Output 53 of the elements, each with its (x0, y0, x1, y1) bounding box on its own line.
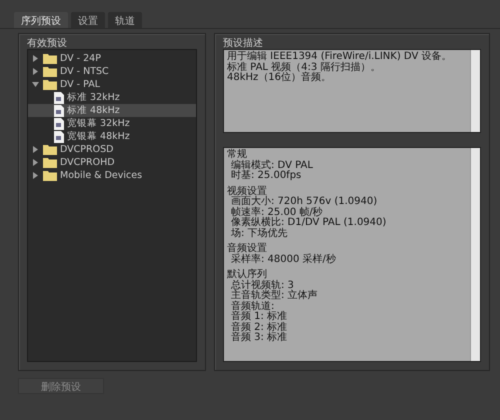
description-line: 48kHz（16位）音频。 (227, 73, 332, 84)
document-icon (54, 104, 64, 116)
detail-line: 总计视频轨: 3 (230, 280, 294, 290)
detail-line: 音频轨道: (230, 302, 274, 312)
detail-line: 编辑模式: DV PAL (230, 160, 314, 170)
section-heading: 视频设置 (227, 186, 267, 196)
expand-arrow-icon[interactable] (31, 171, 40, 180)
tab[interactable]: 序列预设 (14, 12, 68, 28)
tree-item[interactable]: DV - 24P (28, 52, 196, 65)
tab[interactable]: 轨道 (108, 12, 142, 28)
detail-line: 场: 下场优先 (230, 228, 289, 239)
section-heading: 默认序列 (227, 270, 267, 280)
section-heading: 常规 (227, 150, 248, 160)
expand-arrow-icon[interactable] (31, 67, 40, 76)
collapse-arrow-icon[interactable] (31, 80, 40, 89)
detail-line: 画面大小: 720h 576v (1.0940) (230, 197, 378, 207)
detail-line: 时基: 25.00fps (230, 171, 302, 182)
expand-arrow-icon[interactable] (31, 54, 40, 63)
panel-title: 有效预设 (27, 37, 68, 49)
expand-arrow-icon[interactable] (31, 158, 40, 167)
document-icon (54, 130, 64, 142)
folder-icon (43, 144, 57, 155)
scrollbar[interactable] (470, 148, 480, 361)
section-heading: 音频设置 (227, 244, 268, 254)
detail-line: 帧速率: 25.00 帧/秒 (230, 208, 324, 218)
folder-icon (43, 157, 57, 168)
folder-icon (43, 79, 57, 90)
folder-icon (43, 53, 57, 64)
detail-line: 像素纵横比: D1/DV PAL (1.0940) (230, 218, 388, 228)
detail-line: 采样率: 48000 采样/秒 (230, 254, 337, 265)
tree-item[interactable]: Mobile & Devices (28, 169, 196, 182)
tree-item[interactable]: 标准 32kHz (28, 91, 196, 104)
tree-item[interactable]: 宽银幕 32kHz (28, 117, 196, 130)
detail-line: 主音轨类型: 立体声 (230, 291, 319, 301)
tree-item[interactable]: DVCPROHD (28, 156, 196, 169)
tree-item[interactable]: 标准 48kHz (28, 104, 196, 117)
document-icon (54, 118, 64, 130)
folder-icon (43, 170, 57, 181)
document-icon (54, 92, 64, 104)
description-line: 标准 PAL 视频（4:3 隔行扫描）。 (227, 62, 382, 72)
tree-item[interactable]: 宽银幕 48kHz (28, 130, 196, 143)
detail-line: 音频 3: 标准 (230, 333, 288, 344)
detail-line: 音频 2: 标准 (230, 322, 288, 332)
expand-arrow-icon[interactable] (31, 145, 40, 154)
folder-icon (43, 66, 57, 77)
tree-item[interactable]: DVCPROSD (28, 143, 196, 156)
detail-line: 音频 1: 标准 (230, 312, 288, 322)
tree-item[interactable]: DV - PAL (28, 78, 196, 91)
description-line: 用于编辑 IEEE1394 (FireWire/i.LINK) DV 设备。 (227, 52, 452, 62)
scrollbar[interactable] (470, 50, 480, 132)
tree-item[interactable]: DV - NTSC (28, 65, 196, 78)
panel-title: 预设描述 (223, 36, 264, 49)
tab[interactable]: 设置 (71, 12, 105, 28)
